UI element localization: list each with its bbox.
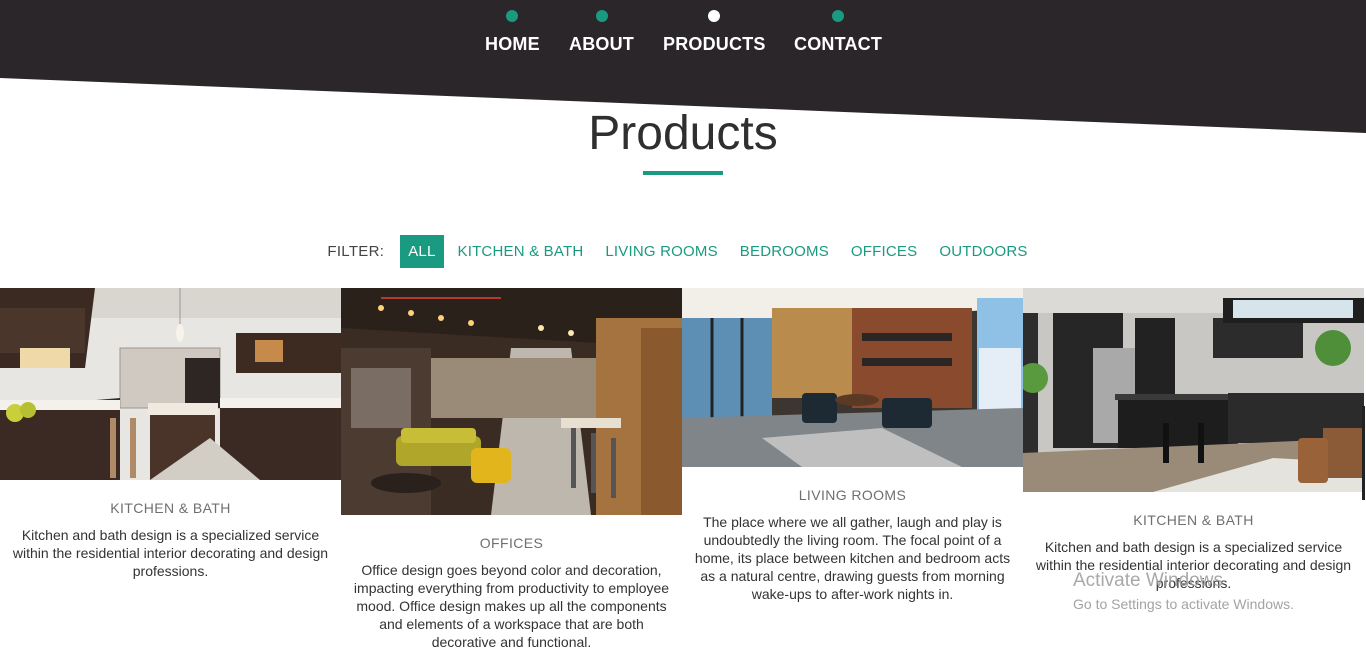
card-title: LIVING ROOMS <box>798 487 907 503</box>
filter-outdoors[interactable]: OUTDOORS <box>931 235 1035 268</box>
product-card[interactable]: LIVING ROOMS The place where we all gath… <box>682 288 1023 603</box>
product-card[interactable]: KITCHEN & BATH Kitchen and bath design i… <box>0 288 341 580</box>
dark-kitchen-photo <box>1023 288 1364 492</box>
nav-products-label: PRODUCTS <box>663 34 766 54</box>
nav-home-label: HOME <box>485 34 540 54</box>
watermark-subtitle: Go to Settings to activate Windows. <box>1073 596 1294 612</box>
card-title: KITCHEN & BATH <box>1133 512 1254 528</box>
nav-dot-icon <box>832 10 845 22</box>
filter-kitchen-bath[interactable]: KITCHEN & BATH <box>450 235 592 268</box>
office-lounge-photo <box>341 288 682 515</box>
nav-dot-icon <box>708 10 721 22</box>
main-nav: HOME ABOUT PRODUCTS CONTACT <box>0 0 1366 70</box>
nav-products[interactable]: PRODUCTS <box>663 10 766 55</box>
nav-home[interactable]: HOME <box>485 10 540 55</box>
product-card[interactable]: OFFICES Office design goes beyond color … <box>341 288 682 651</box>
filter-living-rooms[interactable]: LIVING ROOMS <box>597 235 725 268</box>
nav-contact[interactable]: CONTACT <box>794 10 882 55</box>
filter-bedrooms[interactable]: BEDROOMS <box>732 235 837 268</box>
activation-watermark: Activate Windows Go to Settings to activ… <box>1073 570 1294 612</box>
filter-label: FILTER: <box>327 243 385 260</box>
page-title: Products <box>588 107 778 160</box>
nav-contact-label: CONTACT <box>794 34 883 54</box>
card-description: Office design goes beyond color and deco… <box>353 562 670 650</box>
card-description: The place where we all gather, laugh and… <box>694 514 1011 602</box>
scrollbar-thumb[interactable] <box>1362 406 1365 500</box>
product-card[interactable]: KITCHEN & BATH Kitchen and bath design i… <box>1023 288 1364 592</box>
watermark-title: Activate Windows <box>1073 570 1223 591</box>
nav-dot-icon <box>506 10 519 22</box>
filter-bar: FILTER: ALL KITCHEN & BATH LIVING ROOMS … <box>0 235 1366 268</box>
card-title: OFFICES <box>479 535 544 551</box>
nav-about[interactable]: ABOUT <box>569 10 634 55</box>
living-room-photo <box>682 288 1023 467</box>
filter-all[interactable]: ALL <box>400 235 444 268</box>
title-underline <box>643 171 723 175</box>
card-description: Kitchen and bath design is a specialized… <box>12 527 329 579</box>
nav-about-label: ABOUT <box>569 34 634 54</box>
kitchen-photo <box>0 288 341 480</box>
filter-offices[interactable]: OFFICES <box>843 235 925 268</box>
card-title: KITCHEN & BATH <box>110 500 231 516</box>
nav-dot-icon <box>595 10 608 22</box>
